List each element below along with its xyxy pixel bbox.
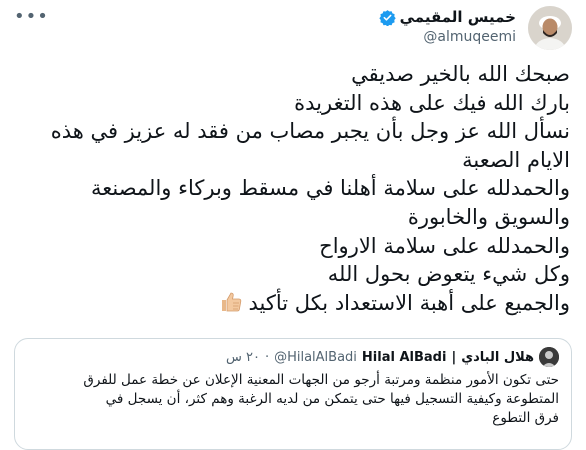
- quoted-author-avatar: [539, 347, 559, 367]
- quoted-tweet-header: هلال البادي | Hilal AlBadi @HilalAlBadi …: [226, 347, 559, 367]
- tweet-line: والحمدلله على سلامة أهلنا في مسقط وبركاء…: [90, 176, 570, 201]
- tweet-line: صبحك الله بالخير صديقي: [351, 62, 570, 86]
- quoted-line: فرق التطوع: [492, 410, 559, 426]
- quoted-author-name: هلال البادي: [461, 349, 534, 365]
- quoted-line: حتى تكون الأمور منظمة ومرتبة أرجو من الج…: [83, 372, 559, 388]
- quoted-separator-dot: ·: [264, 349, 270, 365]
- tweet-line: نسأل الله عز وجل بأن يجبر مصاب من فقد له…: [50, 119, 570, 144]
- quoted-name-separator: |: [451, 349, 457, 365]
- quoted-author-handle: @HilalAlBadi: [274, 349, 357, 365]
- author-avatar[interactable]: [528, 6, 572, 50]
- quoted-tweet[interactable]: هلال البادي | Hilal AlBadi @HilalAlBadi …: [14, 338, 572, 450]
- quoted-avatar-image: [539, 347, 559, 367]
- tweet-line: بارك الله فيك على هذه التغريدة: [294, 90, 570, 115]
- thumbs-up-emoji-icon: [221, 292, 241, 312]
- quoted-timestamp: ٢٠ س: [225, 349, 260, 365]
- tweet-line: الايام الصعبة: [462, 147, 570, 172]
- tweet-line: والسويق والخابورة: [407, 204, 570, 229]
- tweet-line-last: والجميع على أهبة الاستعداد بكل تأكيد: [14, 289, 570, 318]
- author-handle[interactable]: @almuqeemi: [379, 29, 516, 45]
- author-avatar-image: [528, 6, 572, 50]
- tweet-line: والحمدلله على سلامة الارواح: [319, 233, 570, 258]
- quoted-author-name-en: Hilal AlBadi: [361, 349, 447, 365]
- author-info: خميس المقيمي @almuqeemi: [378, 8, 516, 45]
- tweet-line: والجميع على أهبة الاستعداد بكل تأكيد: [248, 290, 570, 315]
- verified-badge-icon: [378, 9, 396, 26]
- quoted-tweet-body: حتى تكون الأمور منظمة ومرتبة أرجو من الج…: [27, 371, 559, 428]
- author-name[interactable]: خميس المقيمي: [400, 8, 516, 26]
- tweet-line: وكل شيء يتعوض بحول الله: [327, 262, 570, 287]
- more-options-icon[interactable]: •••: [14, 6, 49, 27]
- tweet-body: صبحك الله بالخير صديقي بارك الله فيك على…: [14, 60, 570, 317]
- tweet-header: خميس المقيمي @almuqeemi •••: [14, 6, 572, 50]
- quoted-line: المتطوعة وكيفية التسجيل فيها حتى يتمكن م…: [105, 391, 559, 407]
